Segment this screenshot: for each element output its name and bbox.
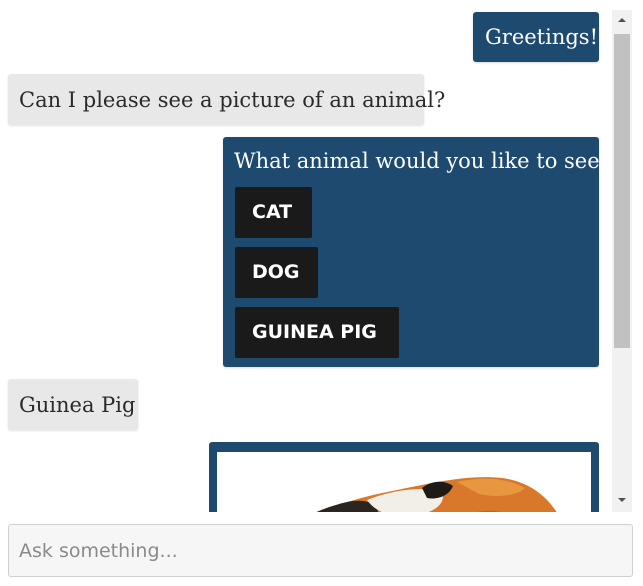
user-message: Can I please see a picture of an animal?	[8, 74, 446, 125]
message-text: What animal would you like to see?	[234, 149, 611, 173]
ask-input[interactable]	[8, 524, 633, 577]
message-text: Can I please see a picture of an animal?	[19, 88, 446, 112]
scroll-thumb[interactable]	[614, 34, 630, 348]
user-message: Guinea Pig	[8, 379, 138, 430]
guinea-pig-photo	[316, 477, 557, 512]
bot-message: Greetings!	[473, 12, 599, 62]
chat-scrollbar[interactable]	[612, 10, 632, 512]
message-text: Guinea Pig	[19, 393, 136, 417]
choice-button-dog[interactable]: DOG	[235, 247, 318, 298]
scroll-up-button[interactable]	[612, 10, 632, 30]
bot-question-card: What animal would you like to see? CAT D…	[223, 137, 611, 367]
triangle-down-icon	[618, 498, 626, 502]
guinea-pig-image	[217, 452, 591, 512]
choice-button-cat[interactable]: CAT	[235, 187, 312, 238]
chat-window: Greetings! Can I please see a picture of…	[0, 0, 643, 586]
message-list: Greetings! Can I please see a picture of…	[0, 0, 612, 512]
triangle-up-icon	[618, 18, 626, 22]
bot-image-card	[209, 442, 599, 512]
scroll-down-button[interactable]	[612, 490, 632, 510]
message-text: Greetings!	[485, 25, 599, 49]
choice-button-guinea-pig[interactable]: GUINEA PIG	[235, 307, 399, 358]
